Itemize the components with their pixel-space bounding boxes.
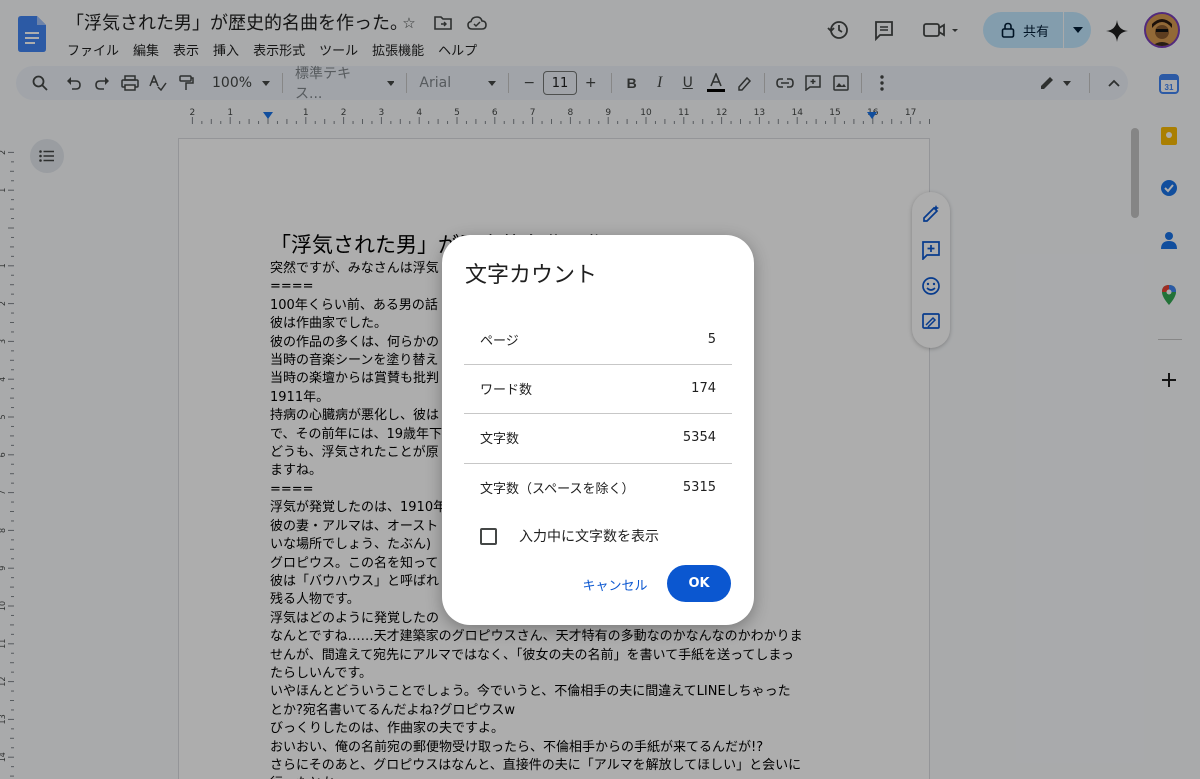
- stat-label: 文字数: [480, 432, 520, 447]
- word-count-dialog: 文字カウント ページ 5 ワード数 174 文字数 5354 文字数（スペースを…: [442, 235, 754, 625]
- stat-label: ページ: [480, 333, 519, 349]
- stat-label: 文字数（スペースを除く）: [480, 482, 635, 497]
- show-count-checkbox[interactable]: [480, 527, 497, 545]
- stat-row-characters: 文字数 5354: [464, 413, 732, 461]
- dialog-title: 文字カウント: [465, 263, 598, 288]
- stat-row-words: ワード数 174: [464, 364, 732, 412]
- show-count-label: 入力中に文字数を表示: [519, 529, 659, 545]
- cancel-button[interactable]: キャンセル: [572, 566, 658, 602]
- show-count-option[interactable]: 入力中に文字数を表示: [480, 526, 659, 546]
- stat-value: 5315: [682, 480, 716, 495]
- stat-row-characters-no-spaces: 文字数（スペースを除く） 5315: [464, 463, 732, 511]
- stat-label: ワード数: [480, 383, 533, 398]
- stat-value: 5354: [682, 430, 716, 445]
- stat-row-pages: ページ 5: [464, 315, 732, 363]
- ok-button[interactable]: OK: [667, 565, 731, 602]
- stat-value: 174: [691, 381, 716, 396]
- stat-value: 5: [707, 331, 716, 347]
